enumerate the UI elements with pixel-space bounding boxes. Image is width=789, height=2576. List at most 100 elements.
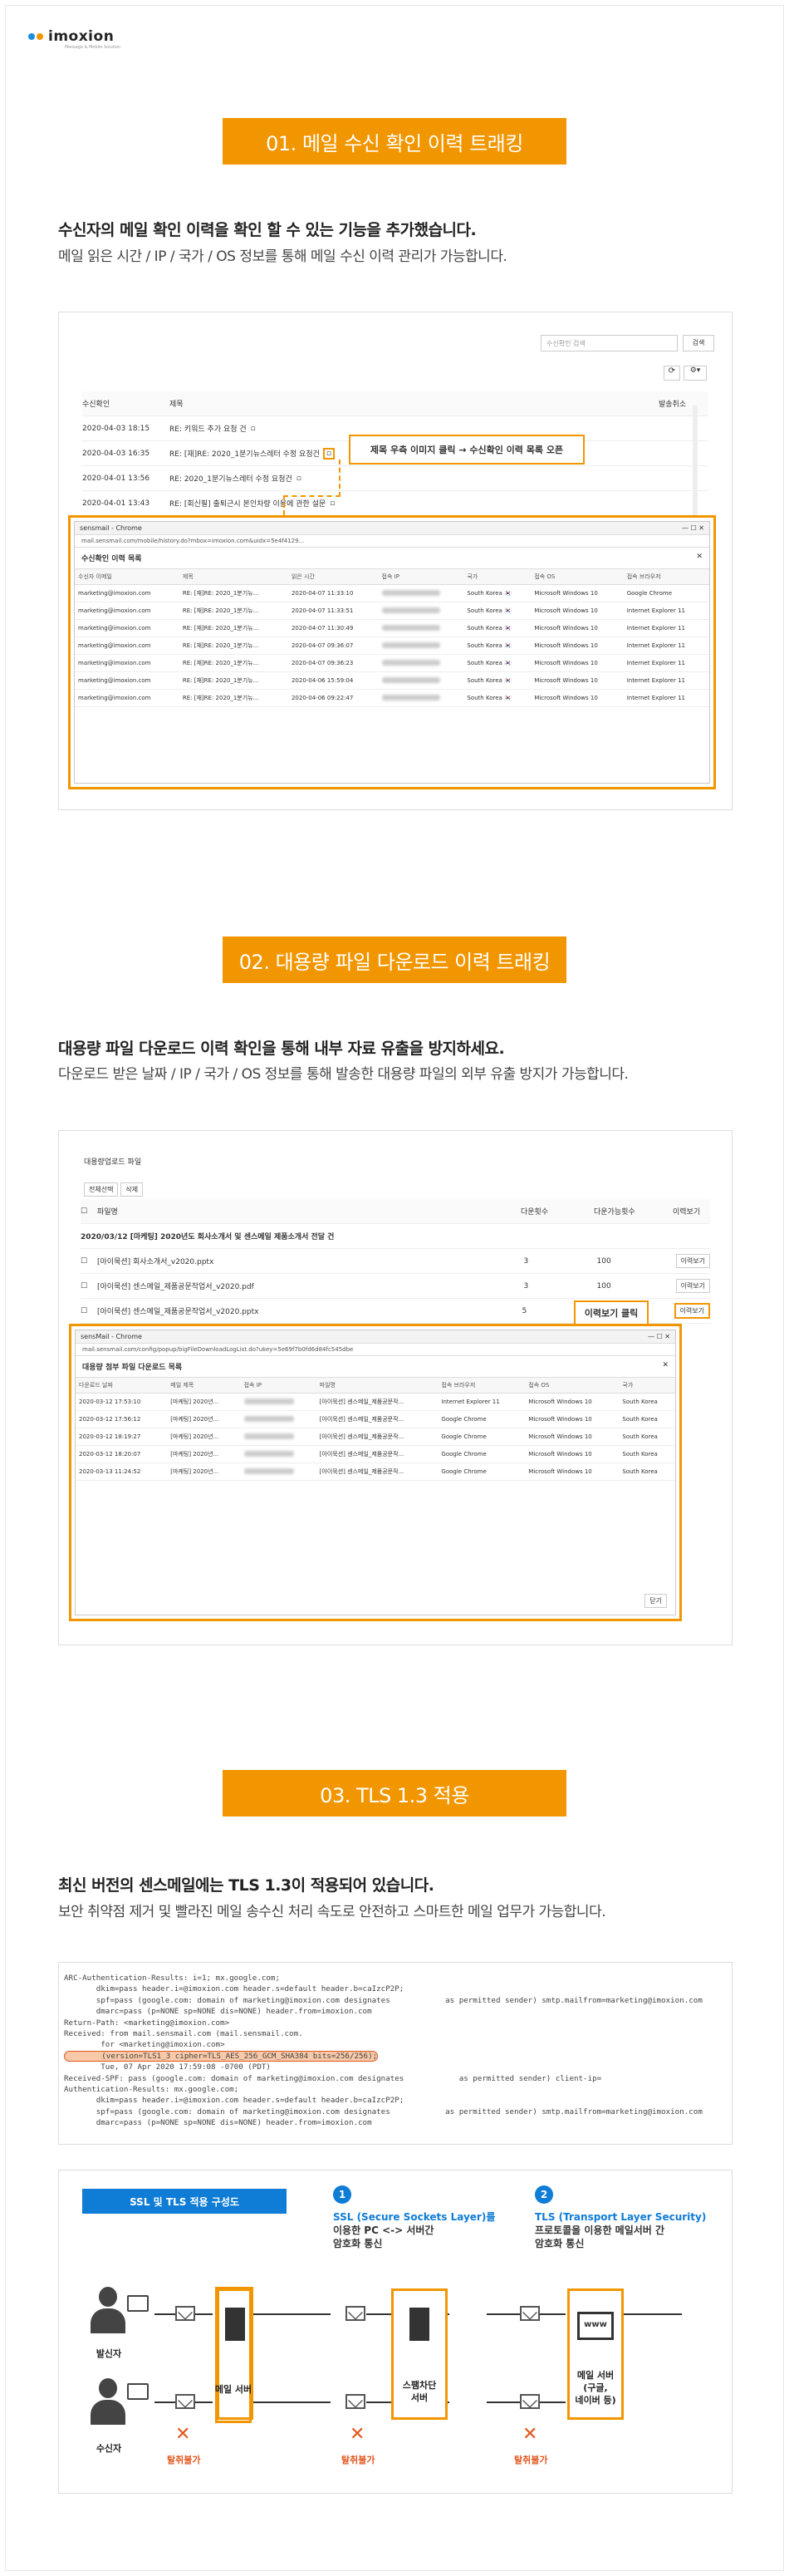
settings-icon[interactable]: ⚙▾: [684, 366, 707, 381]
section1-sub: 메일 읽은 시간 / IP / 국가 / OS 정보를 통해 메일 수신 이력 …: [58, 248, 507, 265]
header-line: dkim=pass header.i=@imoxion.com header.s…: [64, 1984, 404, 1994]
receipt-callout: 제목 우측 이미지 클릭 → 수신확인 이력 목록 오픈: [349, 435, 585, 465]
tls-title: TLS (Transport Layer Security): [535, 2211, 707, 2223]
ext-server-label2: (구글,: [583, 2382, 608, 2393]
section2-sub: 다운로드 받은 날짜 / IP / 국가 / OS 정보를 통해 발송한 대용량…: [58, 1066, 629, 1083]
receiver-label: 수신자: [96, 2443, 122, 2454]
bigfile-callout: 이력보기 클릭: [574, 1300, 649, 1325]
table-row: marketing@imoxion.com RE: [재]RE: 2020_1분기…: [75, 637, 709, 655]
close-icon[interactable]: — ☐ ✕: [648, 1333, 670, 1340]
header-line: Authentication-Results: mx.google.com;: [64, 2085, 239, 2095]
receipt-history-icon[interactable]: ▫: [322, 447, 336, 460]
arrow: [252, 2401, 331, 2403]
header-line: ARC-Authentication-Results: i=1; mx.goog…: [64, 1974, 280, 1983]
table-row: marketing@imoxion.com RE: [재]RE: 2020_1분기…: [75, 584, 709, 602]
table-row: marketing@imoxion.com RE: [재]RE: 2020_1분기…: [75, 619, 709, 637]
header-line: spf=pass (google.com: domain of marketin…: [64, 2107, 703, 2116]
spam-server-label: 스팸차단: [402, 2380, 437, 2391]
blocked-x-icon: ✕: [175, 2424, 191, 2445]
section1-pill: 01. 메일 수신 확인 이력 트래킹: [223, 118, 566, 165]
ssl-tls-diagram: SSL 및 TLS 적용 구성도 1 SSL (Secure Sockets L…: [58, 2170, 733, 2494]
receipt-search-button[interactable]: 검색: [683, 335, 714, 351]
logo-mark: [28, 33, 43, 40]
group-row: 2020/03/12 [마케팅] 2020년도 회사소개서 및 센스메일 제품소…: [81, 1224, 710, 1249]
table-row[interactable]: 2020-04-01 13:56 RE: 2020_1분기뉴스레터 수정 요청건 ▫: [82, 466, 708, 491]
table-row: 2020-03-13 11:24:52 [마케팅] 2020년... [아이묵션] …: [76, 1463, 675, 1481]
monitor-icon: [127, 2295, 149, 2312]
section2-pill: 02. 대용량 파일 다운로드 이력 트래킹: [223, 937, 566, 983]
spam-server-label2: 서버: [410, 2392, 429, 2403]
table-row: marketing@imoxion.com RE: [재]RE: 2020_1분기…: [75, 671, 709, 690]
col-hist: 이력보기: [673, 1208, 701, 1217]
table-row: marketing@imoxion.com RE: [재]RE: 2020_1분기…: [75, 654, 709, 672]
header-line: spf=pass (google.com: domain of marketin…: [64, 1995, 703, 2005]
popup-url: mail.sensmail.com/config/popup/bigFileDo…: [76, 1344, 675, 1356]
popup-title: 수신확인 이력 목록: [81, 555, 142, 563]
step2-badge: 2: [535, 2185, 553, 2204]
receipt-search-input[interactable]: 수신확인 검색: [541, 335, 678, 351]
history-button[interactable]: 이력보기: [675, 1254, 710, 1268]
section3-sub: 보안 취약점 제거 및 빨라진 메일 송수신 처리 속도로 안전하고 스마트한 …: [58, 1904, 606, 1920]
blocked-label: 탈취불가: [167, 2455, 201, 2465]
mail-server-label: 메일 서버: [214, 2384, 252, 2395]
popup-close-button[interactable]: 닫기: [644, 1594, 667, 1608]
blocked-label: 탈취불가: [341, 2455, 375, 2465]
step1-badge: 1: [333, 2185, 351, 2204]
section3-pill: 03. TLS 1.3 적용: [223, 1770, 566, 1816]
close-icon[interactable]: — ☐ ✕: [682, 524, 704, 532]
sender-label: 발신자: [96, 2348, 122, 2359]
history-button[interactable]: 이력보기: [675, 1279, 710, 1293]
ext-server-label3: 네이버 등): [575, 2395, 616, 2406]
col-file: 파일명: [97, 1208, 118, 1217]
header-line: Tue, 07 Apr 2020 17:59:08 -0700 (PDT): [64, 2062, 271, 2072]
table-row[interactable]: 2020-04-01 13:43 RE: [회신필] 출퇴근시 본인차량 이용에 …: [82, 491, 708, 516]
tls-version-highlight: (version=TLS1_3 cipher=TLS_AES_256_GCM_S…: [64, 2050, 379, 2062]
section2-heading: 대용량 파일 다운로드 이력 확인을 통해 내부 자료 유출을 방지하세요.: [58, 1040, 505, 1058]
header-line: dmarc=pass (p=NONE sp=NONE dis=NONE) hea…: [64, 2007, 372, 2017]
table-row: 2020-03-12 18:19:27 [마케팅] 2020년... [아이묵션] …: [76, 1428, 675, 1446]
server-icon: [409, 2308, 429, 2341]
refresh-icon[interactable]: ⟳: [664, 366, 680, 381]
receipt-popup: sensmail - Chrome — ☐ ✕ mail.sensmail.com…: [68, 515, 716, 789]
envelope-icon: [520, 2306, 540, 2321]
ext-server-label: 메일 서버: [576, 2370, 615, 2381]
col-status: 수신확인: [82, 401, 110, 409]
history-button-highlight[interactable]: 이력보기: [674, 1303, 710, 1319]
logo-tagline: Message & Mobile Solution: [65, 45, 121, 50]
receipt-history-table: 수신자 이메일 제목 읽은 시간 접속 IP 국가 접속 OS 접속 브라우저 market…: [75, 569, 709, 707]
sender-person-icon: [87, 2287, 129, 2337]
ssl-desc1: 이용한 PC <-> 서버간: [333, 2225, 434, 2236]
close-icon[interactable]: ✕: [662, 1361, 669, 1369]
select-all-button[interactable]: 전체선택: [84, 1182, 119, 1197]
header-line: for <marketing@imoxion.com>: [64, 2040, 225, 2050]
envelope-icon: [175, 2394, 195, 2409]
table-row[interactable]: ☐ [아이묵션] 회사소개서_v2020.pptx 3 100 이력보기: [81, 1249, 710, 1274]
col-limit: 다운가능횟수: [594, 1208, 635, 1217]
close-icon[interactable]: ✕: [696, 553, 703, 561]
bigfile-popup: sensMail - Chrome — ☐ ✕ mail.sensmail.com…: [69, 1324, 682, 1621]
delete-button[interactable]: 삭제: [120, 1182, 144, 1197]
envelope-icon: [345, 2306, 365, 2321]
envelope-icon: [345, 2394, 365, 2409]
receipt-screenshot: 수신확인 검색 검색 ⟳ ⚙▾ 수신확인 제목 발송취소 2020-04-03 …: [58, 312, 733, 810]
blocked-x-icon: ✕: [350, 2424, 365, 2445]
blocked-x-icon: ✕: [522, 2424, 538, 2445]
envelope-icon: [520, 2394, 540, 2409]
table-row: marketing@imoxion.com RE: [재]RE: 2020_1분기…: [75, 602, 709, 620]
bigfile-screenshot: 대용량업로드 파일 전체선택 삭제 ☐ 파일명 다운횟수 다운가능횟수 이력보기…: [58, 1130, 733, 1645]
table-row[interactable]: ☐ [아이묵션] 센스메일_제품공문작업서_v2020.pdf 3 100 이력보기: [81, 1274, 710, 1299]
diagram-badge: SSL 및 TLS 적용 구성도: [82, 2189, 287, 2214]
monitor-icon: [127, 2383, 149, 2400]
header-line: Return-Path: <marketing@imoxion.com>: [64, 2018, 230, 2028]
section1-heading: 수신자의 메일 확인 이력을 확인 할 수 있는 기능을 추가했습니다.: [58, 221, 477, 239]
table-row: 2020-03-12 17:53:10 [마케팅] 2020년... [아이묵션] …: [76, 1393, 675, 1411]
table-row: 2020-03-12 18:20:07 [마케팅] 2020년... [아이묵션] …: [76, 1445, 675, 1463]
header-line: dkim=pass header.i=@imoxion.com header.s…: [64, 2096, 404, 2106]
section3-heading: 최신 버전의 센스메일에는 TLS 1.3이 적용되어 있습니다.: [58, 1876, 434, 1895]
header-line: Received-SPF: pass (google.com: domain o…: [64, 2073, 602, 2083]
tls-desc1: 프로토콜을 이용한 메일서버 간: [535, 2225, 665, 2236]
server-icon: [225, 2308, 245, 2341]
arrow: [252, 2313, 331, 2315]
mail-header-screenshot: ARC-Authentication-Results: i=1; mx.goog…: [58, 1962, 733, 2145]
logo-name: imoxion: [48, 28, 115, 45]
